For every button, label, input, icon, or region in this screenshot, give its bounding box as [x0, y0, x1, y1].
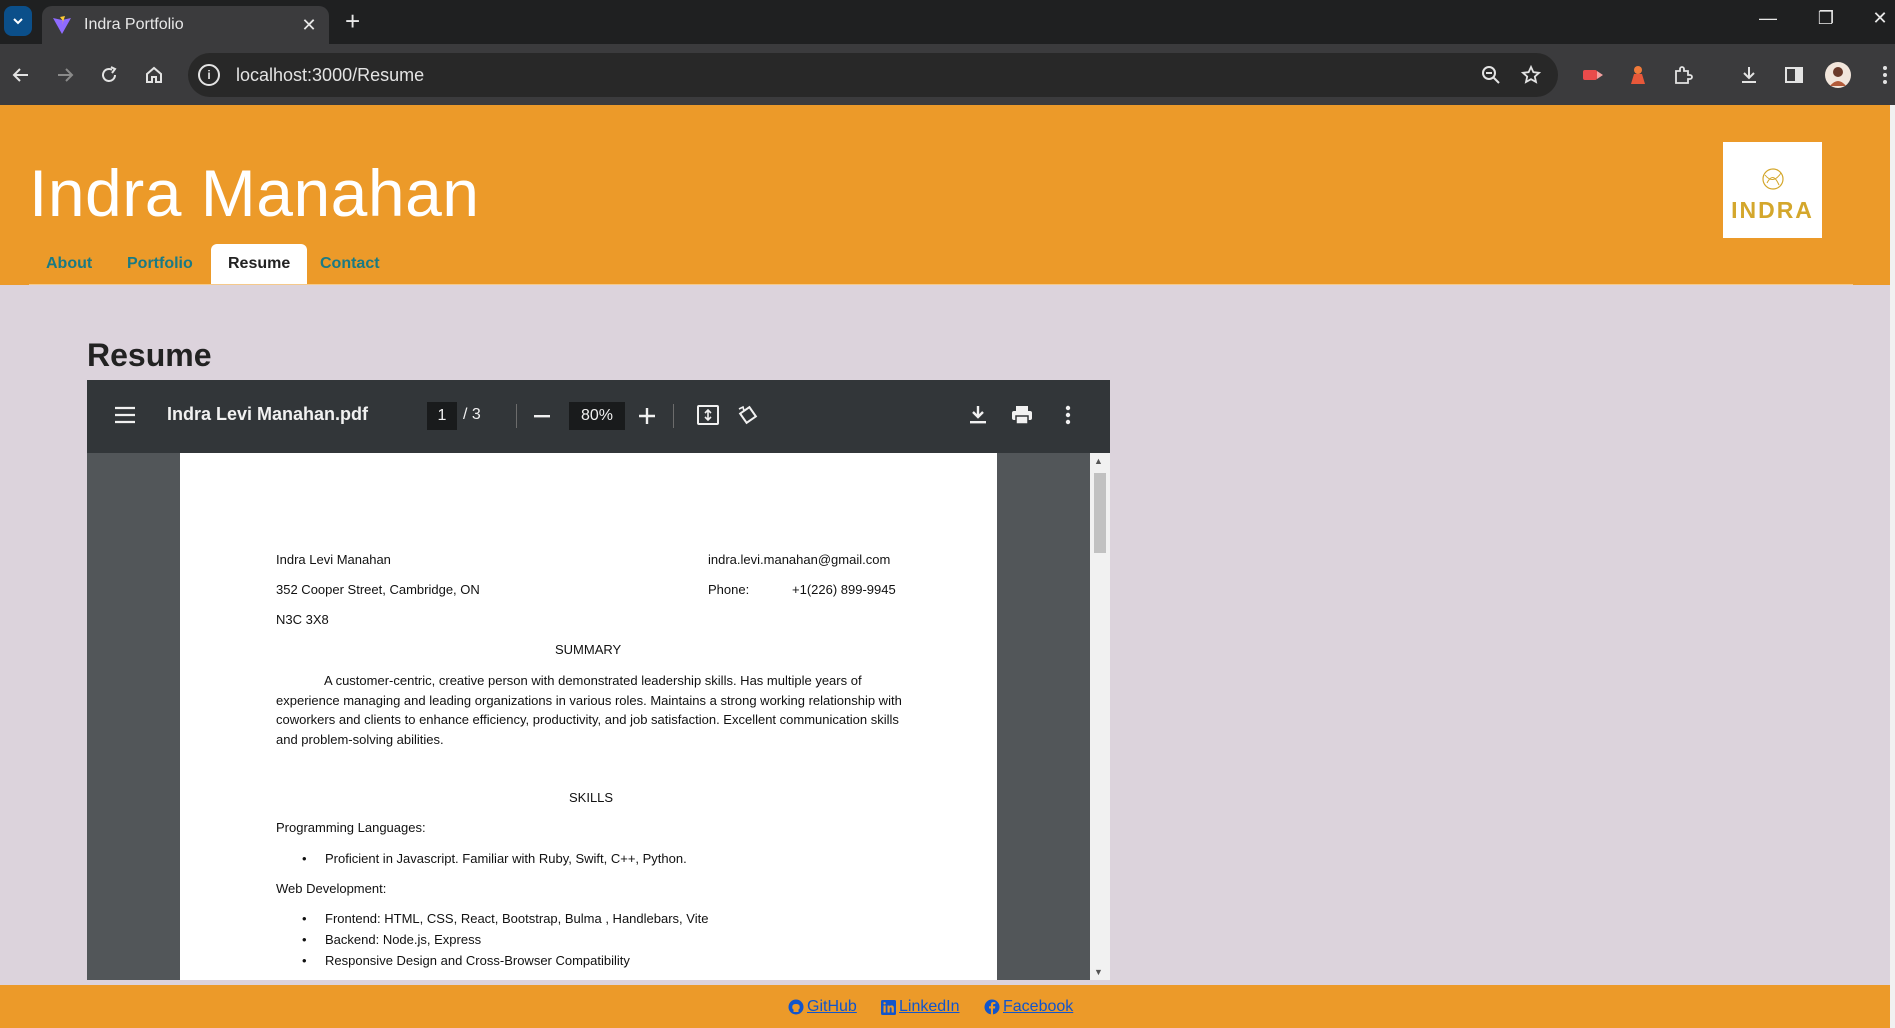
- scroll-down-icon[interactable]: ▼: [1094, 967, 1103, 977]
- logo-text: INDRA: [1731, 196, 1814, 223]
- zoom-in-icon[interactable]: [639, 408, 655, 424]
- pdf-scrollbar[interactable]: ▲ ▼: [1090, 453, 1110, 980]
- pdf-more-icon[interactable]: [1065, 405, 1071, 425]
- zoom-out-icon[interactable]: [534, 415, 550, 418]
- linkedin-icon: [881, 999, 896, 1015]
- browser-tab[interactable]: Indra Portfolio ✕: [42, 6, 329, 44]
- tab-title: Indra Portfolio: [84, 16, 184, 33]
- prog-languages-heading: Programming Languages:: [276, 820, 426, 835]
- site-info-icon[interactable]: i: [198, 64, 220, 86]
- summary-paragraph: A customer-centric, creative person with…: [276, 673, 902, 747]
- resume-postal: N3C 3X8: [276, 612, 329, 627]
- rotate-icon[interactable]: [737, 404, 759, 426]
- pdf-download-icon[interactable]: [969, 405, 987, 425]
- nav-about[interactable]: About: [29, 244, 109, 284]
- page: Indra Manahan INDRA About Portfolio Resu…: [0, 105, 1890, 1028]
- list-item: Proficient in Javascript. Familiar with …: [302, 851, 687, 866]
- zoom-icon[interactable]: [1478, 65, 1504, 85]
- site-header: Indra Manahan INDRA About Portfolio Resu…: [0, 105, 1890, 285]
- resume-phone: +1(226) 899-9945: [792, 582, 896, 597]
- side-panel-icon[interactable]: [1781, 62, 1807, 88]
- browser-toolbar: i localhost:3000/Resume: [0, 44, 1895, 105]
- nav-portfolio[interactable]: Portfolio: [110, 244, 210, 284]
- section-title: Resume: [87, 337, 212, 373]
- download-icon[interactable]: [1736, 62, 1762, 88]
- url-text[interactable]: localhost:3000/Resume: [236, 65, 1478, 86]
- site-title: Indra Manahan: [29, 156, 480, 230]
- profile-avatar[interactable]: [1825, 62, 1851, 88]
- tab-search-button[interactable]: [4, 6, 32, 36]
- home-icon[interactable]: [141, 62, 167, 88]
- facebook-icon: [984, 999, 1000, 1015]
- summary-heading: SUMMARY: [555, 642, 622, 657]
- extension-red-icon[interactable]: [1580, 62, 1606, 88]
- address-bar[interactable]: i localhost:3000/Resume: [188, 53, 1558, 97]
- resume-phone-label: Phone:: [708, 582, 750, 597]
- skills-heading: SKILLS: [569, 790, 614, 805]
- tab-close-icon[interactable]: ✕: [299, 15, 319, 36]
- print-icon[interactable]: [1011, 405, 1033, 425]
- vite-favicon-icon: [53, 16, 71, 34]
- pdf-viewer[interactable]: Indra Levi Manahan.pdf 1 / 3 80% Indra L…: [87, 380, 1110, 980]
- close-window-button[interactable]: ✕: [1860, 8, 1895, 29]
- restore-button[interactable]: ❐: [1806, 8, 1846, 29]
- footer-linkedin-link[interactable]: LinkedIn: [881, 998, 960, 1016]
- web-dev-heading: Web Development:: [276, 881, 387, 896]
- list-item: Frontend: HTML, CSS, React, Bootstrap, B…: [302, 911, 708, 926]
- footer-facebook-label: Facebook: [1003, 998, 1074, 1015]
- fit-page-icon[interactable]: [697, 405, 719, 425]
- forward-icon[interactable]: [52, 62, 78, 88]
- pdf-menu-icon[interactable]: [115, 406, 135, 424]
- pdf-page-input[interactable]: 1: [427, 402, 457, 430]
- footer-linkedin-label: LinkedIn: [899, 998, 960, 1015]
- resume-email: indra.levi.manahan@gmail.com: [708, 552, 891, 567]
- logo-mark-icon: [1761, 167, 1784, 190]
- pdf-page: Indra Levi Manahan indra.levi.manahan@gm…: [180, 453, 997, 980]
- divider: [516, 404, 517, 428]
- page-scrollbar[interactable]: [1890, 105, 1895, 1028]
- chevron-down-icon: [13, 18, 23, 25]
- main-nav: About Portfolio Resume Contact: [29, 238, 1853, 285]
- scroll-up-icon[interactable]: ▲: [1094, 456, 1103, 466]
- list-item: Responsive Design and Cross-Browser Comp…: [302, 953, 630, 968]
- pdf-zoom-input[interactable]: 80%: [569, 402, 625, 430]
- new-tab-button[interactable]: +: [345, 8, 360, 34]
- list-item: Backend: Node.js, Express: [302, 932, 481, 947]
- browser-tab-bar: Indra Portfolio ✕ + — ❐ ✕: [0, 0, 1895, 44]
- footer-facebook-link[interactable]: Facebook: [984, 998, 1073, 1016]
- resume-name: Indra Levi Manahan: [276, 552, 391, 567]
- footer-github-link[interactable]: GitHub: [788, 998, 857, 1016]
- footer-github-label: GitHub: [807, 998, 857, 1015]
- nav-resume[interactable]: Resume: [211, 244, 308, 284]
- github-icon: [788, 999, 804, 1015]
- resume-address: 352 Cooper Street, Cambridge, ON: [276, 582, 480, 597]
- browser-menu-icon[interactable]: [1872, 62, 1895, 88]
- site-logo: INDRA: [1723, 142, 1822, 238]
- site-footer: GitHub LinkedIn Facebook: [0, 985, 1890, 1028]
- pdf-toolbar: Indra Levi Manahan.pdf 1 / 3 80%: [87, 380, 1110, 453]
- scrollbar-thumb[interactable]: [1094, 473, 1106, 553]
- extensions-puzzle-icon[interactable]: [1670, 62, 1696, 88]
- minimize-button[interactable]: —: [1748, 8, 1788, 29]
- back-icon[interactable]: [8, 62, 34, 88]
- pdf-page-total: / 3: [463, 406, 481, 423]
- pdf-filename: Indra Levi Manahan.pdf: [167, 404, 369, 424]
- divider: [673, 404, 674, 428]
- reload-icon[interactable]: [96, 62, 122, 88]
- extension-orange-icon[interactable]: [1625, 62, 1651, 88]
- bookmark-star-icon[interactable]: [1518, 65, 1544, 85]
- nav-contact[interactable]: Contact: [303, 244, 397, 284]
